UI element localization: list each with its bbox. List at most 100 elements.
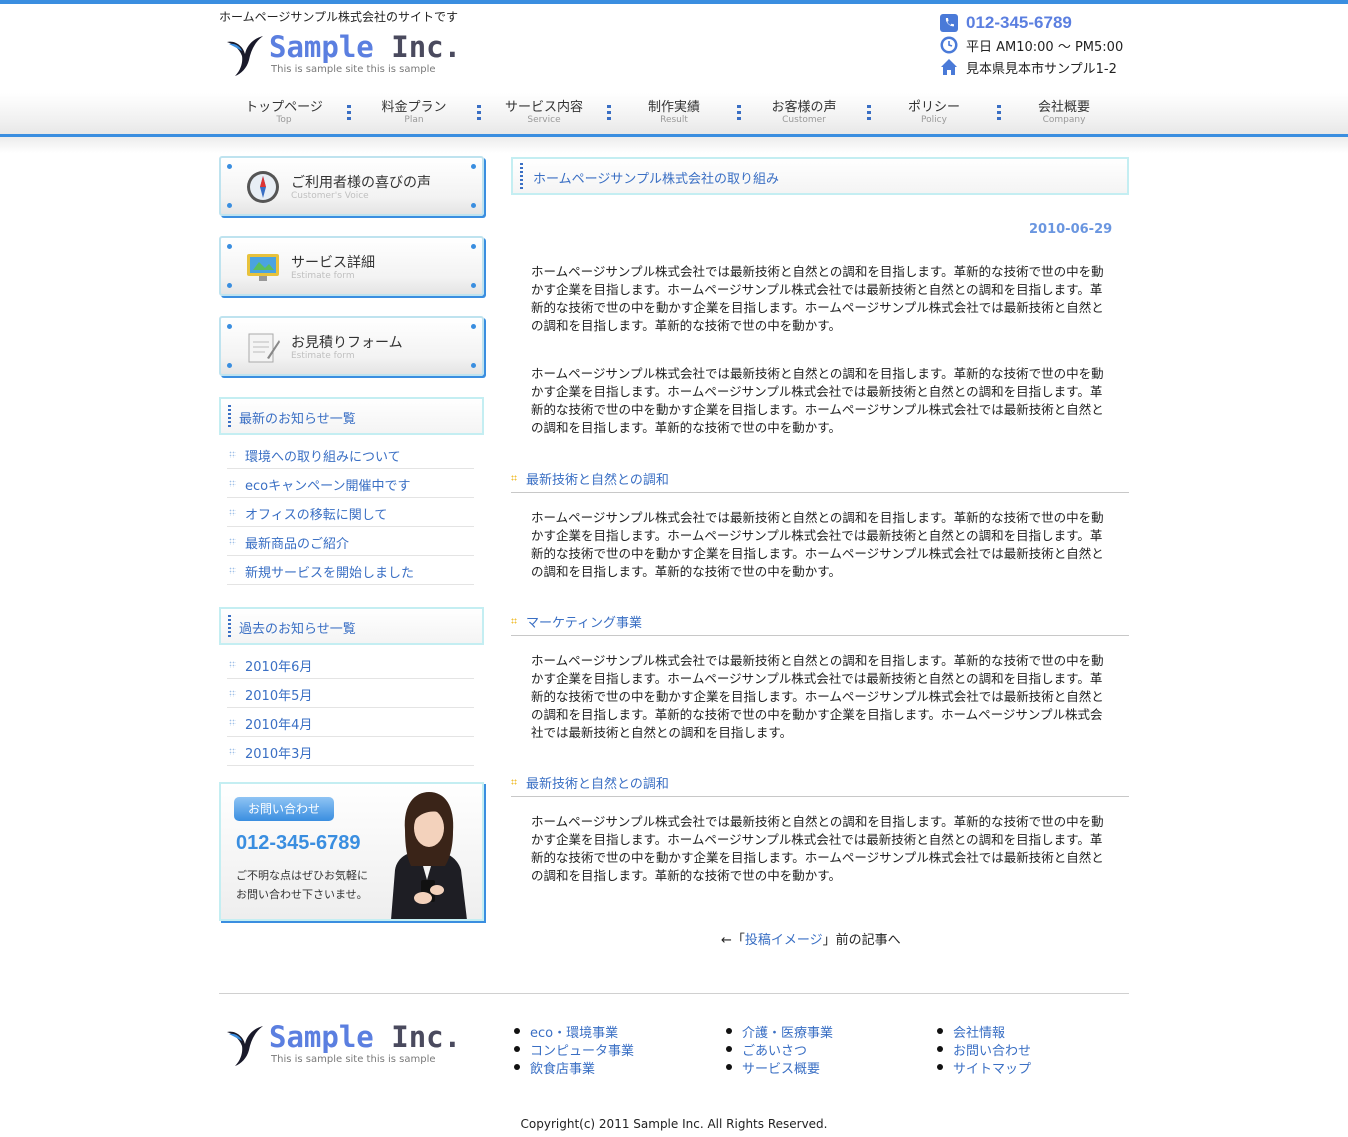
header-phone[interactable]: 012-345-6789 — [966, 13, 1072, 33]
nav-sublabel: Plan — [404, 115, 424, 125]
prev-suffix-text: 」前の記事へ — [822, 933, 901, 948]
nav-result[interactable]: 制作実績 Result — [609, 93, 741, 134]
footer-link[interactable]: 会社情報 — [935, 1022, 1031, 1041]
latest-news-heading: 最新のお知らせ一覧 — [219, 397, 484, 435]
form-icon — [248, 333, 280, 363]
estimate-form-button[interactable]: お見積りフォーム Estimate form — [219, 316, 484, 376]
logo-name: Sample — [269, 1020, 374, 1054]
footer-links-col2: 介護・医療事業 ごあいさつ サービス概要 — [724, 1022, 833, 1077]
nav-sublabel: Company — [1042, 115, 1086, 125]
footer-link[interactable]: 飲食店事業 — [512, 1058, 634, 1077]
swallow-logo-icon — [227, 36, 263, 76]
corner-dot — [227, 203, 232, 208]
header-contact: 012-345-6789 平日 AM10:00 ～ PM5:00 見本県見本市サ… — [940, 12, 1140, 78]
archive-item[interactable]: 2010年5月 — [227, 679, 474, 708]
clock-icon — [940, 36, 958, 54]
latest-news-item[interactable]: 新規サービスを開始しました — [227, 556, 474, 585]
corner-dot — [227, 363, 232, 368]
operator-woman-image — [391, 792, 467, 919]
header-address: 見本県見本市サンプル1-2 — [966, 61, 1117, 77]
nav-service[interactable]: サービス内容 Service — [479, 93, 611, 134]
corner-dot — [227, 164, 232, 169]
button-label: お見積りフォーム — [291, 335, 403, 351]
button-label: ご利用者様の喜びの声 — [291, 175, 431, 191]
nav-sublabel: Policy — [921, 115, 947, 125]
nav-sublabel: Customer — [782, 115, 826, 125]
footer-link[interactable]: eco・環境事業 — [512, 1022, 634, 1041]
corner-dot — [471, 324, 476, 329]
button-sublabel: Customer's Voice — [291, 191, 369, 201]
copyright: Copyright(c) 2011 Sample Inc. All Rights… — [520, 1117, 828, 1131]
nav-policy[interactable]: ポリシー Policy — [869, 93, 1001, 134]
body-paragraph: ホームページサンプル株式会社では最新技術と自然との調和を目指します。革新的な技術… — [531, 366, 1104, 435]
post-date: 2010-06-29 — [1029, 222, 1113, 237]
footer-link[interactable]: コンピュータ事業 — [512, 1040, 634, 1059]
service-detail-button[interactable]: サービス詳細 Estimate form — [219, 236, 484, 296]
footer-link[interactable]: ごあいさつ — [724, 1040, 833, 1059]
header-hours: 平日 AM10:00 ～ PM5:00 — [966, 39, 1124, 55]
top-accent-bar — [0, 0, 1348, 4]
section-heading: 最新技術と自然との調和 — [511, 773, 1129, 797]
footer-link[interactable]: サービス概要 — [724, 1058, 833, 1077]
swallow-logo-icon — [227, 1026, 263, 1066]
section-paragraph: ホームページサンプル株式会社では最新技術と自然との調和を目指します。革新的な技術… — [531, 814, 1104, 883]
monitor-icon — [247, 254, 279, 281]
latest-news-item[interactable]: ecoキャンペーン開催中です — [227, 469, 474, 498]
footer-link[interactable]: 介護・医療事業 — [724, 1022, 833, 1041]
site-tagline: ホームページサンプル株式会社のサイトです — [219, 10, 459, 24]
archive-item[interactable]: 2010年6月 — [227, 650, 474, 679]
nav-plan[interactable]: 料金プラン Plan — [349, 93, 481, 134]
latest-news-item[interactable]: 最新商品のご紹介 — [227, 527, 474, 556]
latest-news-item[interactable]: オフィスの移転に関して — [227, 498, 474, 527]
contact-banner[interactable]: お問い合わせ 012-345-6789 ご不明な点はぜひお気軽に お問い合わせ下… — [219, 782, 484, 921]
nav-top[interactable]: トップページ Top — [219, 93, 351, 134]
contact-note-line: お問い合わせ下さいませ。 — [236, 888, 368, 901]
logo-subtitle: This is sample site this is sample — [271, 64, 436, 75]
site-logo[interactable]: Sample Inc. This is sample site this is … — [225, 32, 461, 78]
page-title: ホームページサンプル株式会社の取り組み — [511, 157, 1129, 195]
nav-label: お客様の声 — [771, 100, 837, 115]
logo-name-suffix: Inc. — [391, 30, 462, 64]
logo-name-suffix: Inc. — [391, 1020, 462, 1054]
nav-label: 会社概要 — [1037, 100, 1090, 115]
corner-dot — [227, 324, 232, 329]
nav-sublabel: Result — [660, 115, 688, 125]
archive-item[interactable]: 2010年3月 — [227, 737, 474, 766]
global-nav-bar: トップページ Top 料金プラン Plan サービス内容 Service 制作実績 Re… — [0, 93, 1348, 137]
footer-divider — [219, 993, 1129, 994]
section-paragraph: ホームページサンプル株式会社では最新技術と自然との調和を目指します。革新的な技術… — [531, 510, 1104, 579]
nav-sublabel: Service — [527, 115, 561, 125]
latest-news-item[interactable]: 環境への取り組みについて — [227, 440, 474, 469]
contact-badge: お問い合わせ — [234, 797, 334, 821]
logo-subtitle: This is sample site this is sample — [271, 1054, 436, 1065]
nav-shadow — [0, 137, 1348, 153]
prev-post-nav: ←「投稿イメージ」前の記事へ — [721, 929, 901, 948]
customer-voice-button[interactable]: ご利用者様の喜びの声 Customer's Voice — [219, 156, 484, 216]
global-nav: トップページ Top 料金プラン Plan サービス内容 Service 制作実績 Re… — [219, 93, 1129, 134]
nav-company[interactable]: 会社概要 Company — [999, 93, 1129, 134]
button-sublabel: Estimate form — [291, 351, 355, 361]
archive-item[interactable]: 2010年4月 — [227, 708, 474, 737]
latest-news-list: 環境への取り組みについて ecoキャンペーン開催中です オフィスの移転に関して … — [227, 440, 474, 585]
phone-icon — [940, 14, 958, 32]
nav-label: ポリシー — [907, 100, 960, 115]
nav-label: サービス内容 — [504, 100, 583, 115]
corner-dot — [227, 244, 232, 249]
corner-dot — [471, 244, 476, 249]
footer-links-col1: eco・環境事業 コンピュータ事業 飲食店事業 — [512, 1022, 634, 1077]
corner-dot — [471, 164, 476, 169]
nav-customer[interactable]: お客様の声 Customer — [739, 93, 871, 134]
footer-link[interactable]: サイトマップ — [935, 1058, 1031, 1077]
nav-label: 料金プラン — [381, 100, 447, 115]
nav-label: トップページ — [245, 100, 323, 115]
contact-note: ご不明な点はぜひお気軽に お問い合わせ下さいませ。 — [236, 866, 376, 904]
contact-phone: 012-345-6789 — [236, 832, 361, 854]
corner-dot — [471, 283, 476, 288]
logo-name: Sample — [269, 30, 374, 64]
corner-dot — [227, 283, 232, 288]
footer-logo[interactable]: Sample Inc. This is sample site this is … — [225, 1022, 461, 1068]
footer-link[interactable]: お問い合わせ — [935, 1040, 1031, 1059]
section-heading: 最新技術と自然との調和 — [511, 469, 1129, 493]
home-icon — [940, 58, 958, 76]
prev-post-link[interactable]: 投稿イメージ — [745, 933, 823, 948]
